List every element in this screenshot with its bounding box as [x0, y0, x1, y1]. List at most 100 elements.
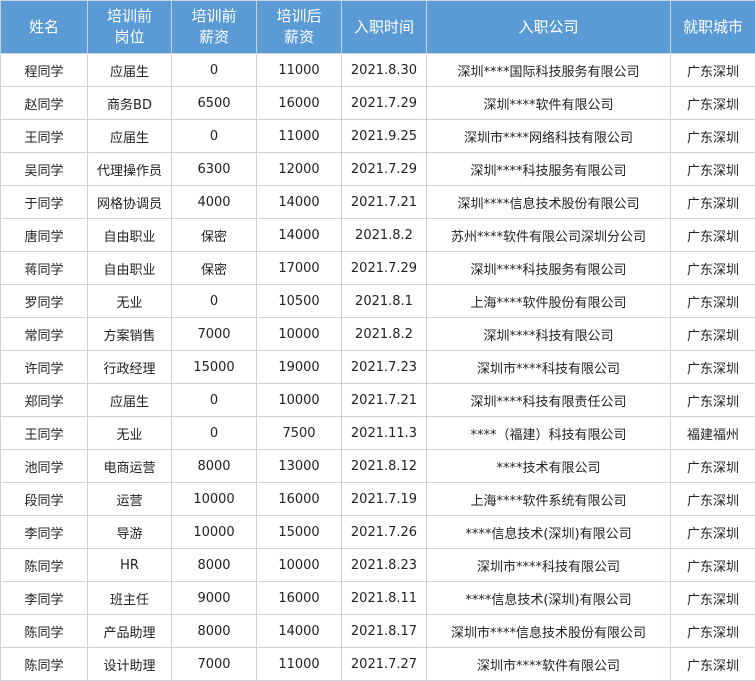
- cell-post-salary: 11000: [256, 647, 342, 681]
- cell-name: 赵同学: [0, 86, 88, 120]
- table-row: 于同学 网格协调员 4000 14000 2021.7.21 深圳****信息技术股份有限…: [0, 185, 755, 219]
- cell-hire-date: 2021.7.26: [341, 515, 427, 549]
- cell-company: 上海****软件股份有限公司: [426, 284, 671, 318]
- table-body: 程同学 应届生 0 11000 2021.8.30 深圳****国际科技服务有限公司 广东深…: [0, 53, 755, 681]
- cell-post-salary: 11000: [256, 53, 342, 87]
- cell-post-salary: 10500: [256, 284, 342, 318]
- table-row: 陈同学 产品助理 8000 14000 2021.8.17 深圳市****信息技术股份有限…: [0, 614, 755, 648]
- cell-post-salary: 16000: [256, 482, 342, 516]
- cell-post-salary: 14000: [256, 614, 342, 648]
- table-row: 郑同学 应届生 0 10000 2021.7.21 深圳****科技有限责任公司 广东深圳: [0, 383, 755, 417]
- cell-city: 广东深圳: [670, 185, 755, 219]
- header-city: 就职城市: [670, 0, 755, 54]
- cell-name: 段同学: [0, 482, 88, 516]
- cell-hire-date: 2021.8.1: [341, 284, 427, 318]
- cell-pre-salary: 10000: [171, 482, 257, 516]
- cell-company: 苏州****软件有限公司深圳分公司: [426, 218, 671, 252]
- table-row: 许同学 行政经理 15000 19000 2021.7.23 深圳市****科技有限公司广…: [0, 350, 755, 384]
- cell-hire-date: 2021.7.23: [341, 350, 427, 384]
- cell-pre-salary: 4000: [171, 185, 257, 219]
- table-row: 罗同学 无业 0 10500 2021.8.1 上海****软件股份有限公司 广东深圳: [0, 284, 755, 318]
- cell-pre-position: 无业: [87, 284, 172, 318]
- header-pre-position: 培训前 岗位: [87, 0, 172, 54]
- cell-pre-salary: 保密: [171, 251, 257, 285]
- header-post-salary: 培训后 薪资: [256, 0, 342, 54]
- cell-company: 深圳****科技服务有限公司: [426, 152, 671, 186]
- cell-pre-position: 方案销售: [87, 317, 172, 351]
- cell-hire-date: 2021.7.29: [341, 251, 427, 285]
- header-company: 入职公司: [426, 0, 671, 54]
- cell-pre-position: 自由职业: [87, 251, 172, 285]
- cell-name: 池同学: [0, 449, 88, 483]
- cell-hire-date: 2021.8.11: [341, 581, 427, 615]
- cell-name: 李同学: [0, 581, 88, 615]
- cell-city: 广东深圳: [670, 548, 755, 582]
- cell-post-salary: 11000: [256, 119, 342, 153]
- cell-hire-date: 2021.8.2: [341, 218, 427, 252]
- cell-name: 常同学: [0, 317, 88, 351]
- cell-pre-position: 无业: [87, 416, 172, 450]
- cell-company: 深圳市****科技有限公司: [426, 548, 671, 582]
- cell-post-salary: 19000: [256, 350, 342, 384]
- cell-pre-position: 应届生: [87, 53, 172, 87]
- table-row: 段同学 运营 10000 16000 2021.7.19 上海****软件系统有限公司 广东…: [0, 482, 755, 516]
- cell-pre-salary: 0: [171, 383, 257, 417]
- cell-pre-salary: 8000: [171, 614, 257, 648]
- cell-pre-salary: 6300: [171, 152, 257, 186]
- cell-city: 广东深圳: [670, 317, 755, 351]
- cell-company: 深圳市****科技有限公司: [426, 350, 671, 384]
- header-row: 姓名 培训前 岗位 培训前 薪资 培训后 薪资 入职时间 入职公司 就职城市: [0, 0, 755, 54]
- cell-pre-position: 自由职业: [87, 218, 172, 252]
- cell-post-salary: 7500: [256, 416, 342, 450]
- cell-city: 广东深圳: [670, 581, 755, 615]
- cell-pre-position: 网格协调员: [87, 185, 172, 219]
- cell-post-salary: 13000: [256, 449, 342, 483]
- cell-name: 王同学: [0, 416, 88, 450]
- table-row: 陈同学 设计助理 7000 11000 2021.7.27 深圳市****软件有限公司 广东…: [0, 647, 755, 681]
- cell-hire-date: 2021.11.3: [341, 416, 427, 450]
- cell-company: 深圳市****信息技术股份有限公司: [426, 614, 671, 648]
- cell-city: 广东深圳: [670, 152, 755, 186]
- cell-company: 深圳****科技有限责任公司: [426, 383, 671, 417]
- cell-pre-position: 班主任: [87, 581, 172, 615]
- cell-pre-position: 电商运营: [87, 449, 172, 483]
- cell-post-salary: 17000: [256, 251, 342, 285]
- cell-hire-date: 2021.8.12: [341, 449, 427, 483]
- cell-pre-salary: 10000: [171, 515, 257, 549]
- cell-hire-date: 2021.7.19: [341, 482, 427, 516]
- cell-pre-position: 产品助理: [87, 614, 172, 648]
- cell-hire-date: 2021.8.30: [341, 53, 427, 87]
- cell-pre-salary: 8000: [171, 548, 257, 582]
- cell-post-salary: 15000: [256, 515, 342, 549]
- cell-company: 深圳****科技服务有限公司: [426, 251, 671, 285]
- cell-city: 广东深圳: [670, 53, 755, 87]
- cell-pre-position: 行政经理: [87, 350, 172, 384]
- cell-city: 广东深圳: [670, 614, 755, 648]
- cell-pre-position: 应届生: [87, 119, 172, 153]
- cell-name: 于同学: [0, 185, 88, 219]
- cell-pre-salary: 9000: [171, 581, 257, 615]
- table-row: 李同学 班主任 9000 16000 2021.8.11 ****信息技术(深圳)有限公司…: [0, 581, 755, 615]
- cell-pre-salary: 0: [171, 416, 257, 450]
- cell-name: 郑同学: [0, 383, 88, 417]
- cell-company: ****（福建）科技有限公司: [426, 416, 671, 450]
- table-row: 陈同学 HR 8000 10000 2021.8.23 深圳市****科技有限公司 广东深圳: [0, 548, 755, 582]
- cell-name: 陈同学: [0, 614, 88, 648]
- cell-pre-salary: 7000: [171, 647, 257, 681]
- cell-company: 深圳****国际科技服务有限公司: [426, 53, 671, 87]
- cell-pre-position: 商务BD: [87, 86, 172, 120]
- cell-city: 广东深圳: [670, 515, 755, 549]
- table-row: 赵同学 商务BD 6500 16000 2021.7.29 深圳****软件有限公司 广东深…: [0, 86, 755, 120]
- cell-pre-position: 导游: [87, 515, 172, 549]
- cell-hire-date: 2021.8.23: [341, 548, 427, 582]
- cell-pre-position: 运营: [87, 482, 172, 516]
- cell-pre-salary: 保密: [171, 218, 257, 252]
- table-row: 常同学 方案销售 7000 10000 2021.8.2 深圳****科技有限公司 广东深圳: [0, 317, 755, 351]
- header-pre-salary: 培训前 薪资: [171, 0, 257, 54]
- cell-name: 程同学: [0, 53, 88, 87]
- cell-pre-position: HR: [87, 548, 172, 582]
- cell-pre-position: 代理操作员: [87, 152, 172, 186]
- cell-post-salary: 10000: [256, 317, 342, 351]
- cell-pre-salary: 8000: [171, 449, 257, 483]
- table-row: 蒋同学 自由职业 保密 17000 2021.7.29 深圳****科技服务有限公司 广东深…: [0, 251, 755, 285]
